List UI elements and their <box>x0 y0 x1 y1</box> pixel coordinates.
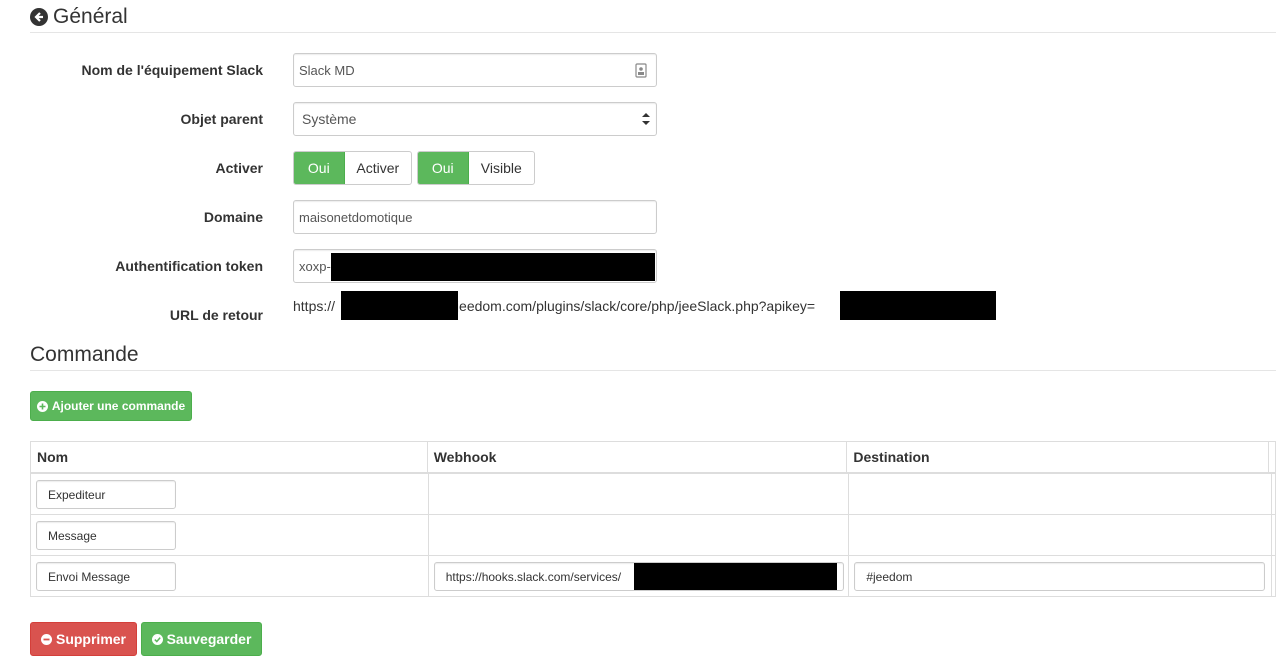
table-row: Message <box>31 515 1276 556</box>
visible-toggle-label: Visible <box>480 160 522 176</box>
column-header-destination: Destination <box>847 442 1269 472</box>
cell-extra <box>1272 556 1276 596</box>
cell-webhook: https://hooks.slack.com/services/ <box>429 556 850 596</box>
parent-object-value: Système <box>302 111 357 127</box>
equipment-name-input[interactable]: Slack MD <box>293 53 657 87</box>
return-url-label: URL de retour <box>169 307 263 323</box>
equipment-config-page: Général Nom de l'équipement Slack Slack … <box>0 0 1276 672</box>
visible-on-indicator: Oui <box>418 152 469 184</box>
column-header-nom: Nom <box>31 442 428 472</box>
cell-destination <box>849 515 1272 555</box>
column-header-extra <box>1269 442 1276 472</box>
table-row: Expediteur <box>31 474 1276 515</box>
equipment-name-label: Nom de l'équipement Slack <box>81 62 264 78</box>
delete-button[interactable]: Supprimer <box>30 622 137 656</box>
parent-object-select[interactable]: Système <box>293 102 657 136</box>
activate-label: Activer <box>215 160 263 176</box>
minus-circle-icon <box>40 633 52 645</box>
return-url-middle: .jeedom.com/plugins/slack/core/php/jeeSl… <box>452 298 816 314</box>
cell-webhook <box>429 515 850 555</box>
activate-toggle[interactable]: Oui Activer <box>293 151 412 185</box>
redacted-webhook <box>633 563 837 590</box>
column-header-webhook: Webhook <box>428 442 848 472</box>
command-name-input[interactable]: Message <box>36 521 176 550</box>
commands-section-title: Commande <box>30 343 139 366</box>
plus-circle-icon <box>36 400 48 412</box>
cell-name: Expediteur <box>31 474 429 514</box>
select-arrows-icon <box>642 112 650 129</box>
return-url-prefix: https:// <box>293 298 336 314</box>
delete-label: Supprimer <box>55 631 126 647</box>
cell-name: Message <box>31 515 429 555</box>
visible-toggle[interactable]: Oui Visible <box>417 151 535 185</box>
cell-extra <box>1272 474 1276 514</box>
domain-input[interactable]: maisonetdomotique <box>293 200 657 234</box>
command-name-input[interactable]: Expediteur <box>36 480 176 509</box>
commands-divider <box>30 370 1276 371</box>
commands-table: Nom Webhook Destination Expediteur Messa… <box>30 441 1276 597</box>
activate-toggle-label: Activer <box>356 160 400 176</box>
save-label: Sauvegarder <box>166 631 252 647</box>
command-name-input[interactable]: Envoi Message <box>36 562 176 591</box>
general-divider <box>30 32 1276 33</box>
destination-input[interactable]: #jeedom <box>854 562 1266 591</box>
check-circle-icon <box>151 633 163 645</box>
webhook-input[interactable]: https://hooks.slack.com/services/ <box>433 562 844 591</box>
cell-destination <box>849 474 1272 514</box>
redacted-token <box>331 253 655 281</box>
table-header-row: Nom Webhook Destination <box>31 442 1276 474</box>
general-title-text: Général <box>53 5 128 28</box>
redacted-host <box>341 291 458 320</box>
domain-label: Domaine <box>203 209 263 225</box>
activate-on-indicator: Oui <box>294 152 345 184</box>
equipment-name-value: Slack MD <box>299 62 355 78</box>
save-button[interactable]: Sauvegarder <box>141 622 262 656</box>
auth-token-label: Authentification token <box>115 258 263 274</box>
contact-card-icon <box>635 63 647 81</box>
redacted-apikey <box>840 291 996 320</box>
add-command-label: Ajouter une commande <box>51 399 186 413</box>
webhook-value: https://hooks.slack.com/services/ <box>445 569 622 584</box>
cell-destination: #jeedom <box>849 556 1272 596</box>
parent-object-label: Objet parent <box>180 111 263 127</box>
domain-value: maisonetdomotique <box>299 209 413 225</box>
table-row: Envoi Message https://hooks.slack.com/se… <box>31 556 1276 597</box>
add-command-button[interactable]: Ajouter une commande <box>30 391 192 421</box>
cell-webhook <box>429 474 850 514</box>
cell-extra <box>1272 515 1276 555</box>
general-section-title: Général <box>30 5 128 29</box>
auth-token-prefix: xoxp- <box>299 258 331 274</box>
arrow-circle-left-icon[interactable] <box>30 8 48 26</box>
cell-name: Envoi Message <box>31 556 429 596</box>
